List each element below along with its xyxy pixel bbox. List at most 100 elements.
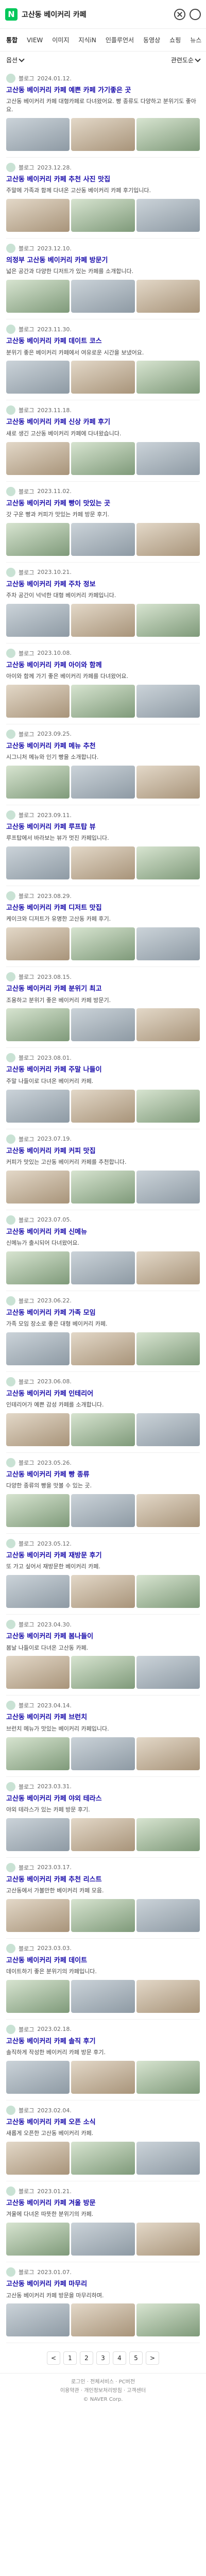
post-title[interactable]: 고산동 베이커리 카페 가족 모임	[6, 1309, 200, 1318]
post-author[interactable]: 블로그	[19, 2025, 34, 2033]
thumbnail-image[interactable]	[6, 1979, 70, 2013]
thumbnail-image[interactable]	[136, 927, 200, 961]
thumbnail-image[interactable]	[71, 118, 135, 151]
naver-logo[interactable]: N	[5, 8, 18, 21]
tab-2[interactable]: 이미지	[52, 36, 69, 44]
post-title[interactable]: 고산동 베이커리 카페 루프탑 뷰	[6, 823, 200, 832]
result-item[interactable]: 블로그 2023.03.03. 고산동 베이커리 카페 데이트 데이트하기 좋은 분위…	[6, 1939, 200, 2020]
search-icon[interactable]	[190, 8, 201, 20]
post-author[interactable]: 블로그	[19, 325, 34, 333]
result-item[interactable]: 블로그 2023.04.14. 고산동 베이커리 카페 브런치 브런치 메뉴가 맛있는…	[6, 1696, 200, 1777]
result-item[interactable]: 블로그 2023.11.02. 고산동 베이커리 카페 빵이 맛있는 곳갓 구운 빵…	[6, 482, 200, 563]
thumbnail-image[interactable]	[6, 2142, 70, 2175]
thumbnail-image[interactable]	[71, 1818, 135, 1851]
result-item[interactable]: 블로그 2024.01.12. 고산동 베이커리 카페 예쁜 카페 가기좋은 곳 고산…	[6, 69, 200, 158]
post-author[interactable]: 블로그	[19, 730, 34, 738]
thumbnail-image[interactable]	[71, 927, 135, 961]
thumbnail-image[interactable]	[136, 1332, 200, 1365]
post-title[interactable]: 고산동 베이커리 카페 예쁜 카페 가기좋은 곳	[6, 86, 200, 95]
thumbnail-image[interactable]	[6, 1008, 70, 1042]
thumbnail-image[interactable]	[6, 442, 70, 475]
post-author[interactable]: 블로그	[19, 1783, 34, 1791]
result-item[interactable]: 블로그 2023.06.22. 고산동 베이커리 카페 가족 모임 가족 모임 장소로…	[6, 1291, 200, 1372]
thumbnail-image[interactable]	[71, 1494, 135, 1528]
post-snippet[interactable]: 데이트하기 좋은 분위기의 카페입니다.	[6, 1968, 200, 1976]
result-item[interactable]: 블로그 2023.08.01. 고산동 베이커리 카페 주말 나들이 주말 나들이로 …	[6, 1048, 200, 1129]
post-snippet[interactable]: 신메뉴가 출시되어 다녀왔어요.	[6, 1239, 200, 1247]
post-author[interactable]: 블로그	[19, 163, 34, 172]
avatar[interactable]	[6, 1134, 15, 1144]
avatar[interactable]	[6, 74, 15, 83]
thumbnail-image[interactable]	[136, 1413, 200, 1447]
thumbnail-image[interactable]	[6, 603, 70, 637]
post-snippet[interactable]: 다양한 종류의 빵을 맛볼 수 있는 곳.	[6, 1482, 200, 1490]
tab-1[interactable]: VIEW	[27, 37, 43, 44]
thumbnail-image[interactable]	[136, 1737, 200, 1770]
thumbnail-image[interactable]	[6, 1494, 70, 1528]
footer-links-2[interactable]: 이용약관 · 개인정보처리방침 · 고객센터	[6, 2386, 200, 2395]
post-snippet[interactable]: 고산동 베이커리 카페 대형카페로 다녀왔어요. 빵 종류도 다양하고 분위기도…	[6, 97, 200, 114]
avatar[interactable]	[6, 1620, 15, 1630]
tab-4[interactable]: 인플루언서	[106, 36, 134, 44]
avatar[interactable]	[6, 1296, 15, 1306]
result-item[interactable]: 블로그 2023.01.21. 고산동 베이커리 카페 겨울 방문 겨울에 다녀온 따…	[6, 2181, 200, 2263]
avatar[interactable]	[6, 325, 15, 334]
thumbnail-image[interactable]	[6, 522, 70, 556]
post-title[interactable]: 고산동 베이커리 카페 추천 사진 맛집	[6, 175, 200, 184]
post-author[interactable]: 블로그	[19, 1135, 34, 1143]
post-snippet[interactable]: 고산동 베이커리 카페 방문을 마무리하며.	[6, 2292, 200, 2300]
post-snippet[interactable]: 야외 테라스가 있는 카페 방문 후기.	[6, 1806, 200, 1814]
post-title[interactable]: 고산동 베이커리 카페 분위기 최고	[6, 985, 200, 994]
post-title[interactable]: 고산동 베이커리 카페 인테리어	[6, 1389, 200, 1399]
thumbnail-image[interactable]	[6, 118, 70, 151]
post-title[interactable]: 고산동 베이커리 카페 메뉴 추천	[6, 742, 200, 751]
post-title[interactable]: 고산동 베이커리 카페 추천 리스트	[6, 1875, 200, 1885]
result-item[interactable]: 블로그 2023.08.15. 고산동 베이커리 카페 분위기 최고 조용하고 분위기…	[6, 967, 200, 1048]
thumbnail-image[interactable]	[71, 1575, 135, 1608]
thumbnail-image[interactable]	[71, 1170, 135, 1204]
result-item[interactable]: 블로그 2023.10.21. 고산동 베이커리 카페 주차 정보 주차 공간이 넉넉…	[6, 563, 200, 643]
post-snippet[interactable]: 넓은 공간과 다양한 디저트가 있는 카페를 소개합니다.	[6, 267, 200, 276]
result-item[interactable]: 블로그 2023.07.05. 고산동 베이커리 카페 신메뉴 신메뉴가 출시되어 다…	[6, 1210, 200, 1291]
thumbnail-image[interactable]	[6, 1737, 70, 1770]
result-item[interactable]: 블로그 2023.12.10. 의정부 고산동 베이커리 카페 방문기 넓은 공간과 …	[6, 239, 200, 320]
post-snippet[interactable]: 브런치 메뉴가 맛있는 베이커리 카페입니다.	[6, 1725, 200, 1733]
thumbnail-image[interactable]	[6, 1089, 70, 1123]
thumbnail-image[interactable]	[136, 1899, 200, 1932]
post-author[interactable]: 블로그	[19, 74, 34, 82]
post-snippet[interactable]: 새로 생긴 고산동 베이커리 카페에 다녀왔습니다.	[6, 430, 200, 438]
tab-3[interactable]: 지식iN	[78, 36, 96, 44]
result-item[interactable]: 블로그 2023.02.18. 고산동 베이커리 카페 솔직 후기 솔직하게 작성한 …	[6, 2020, 200, 2101]
avatar[interactable]	[6, 2267, 15, 2277]
thumbnail-image[interactable]	[136, 1089, 200, 1123]
footer-links-1[interactable]: 로그인 · 전체서비스 · PC버전	[6, 2378, 200, 2386]
avatar[interactable]	[6, 1701, 15, 1710]
post-title[interactable]: 고산동 베이커리 카페 재방문 후기	[6, 1551, 200, 1561]
page-button[interactable]: 5	[129, 2351, 143, 2365]
post-snippet[interactable]: 주말 나들이로 다녀온 베이커리 카페.	[6, 1077, 200, 1086]
thumbnail-image[interactable]	[71, 280, 135, 313]
thumbnail-image[interactable]	[71, 1899, 135, 1932]
thumbnail-image[interactable]	[71, 1089, 135, 1123]
result-item[interactable]: 블로그 2023.11.18. 고산동 베이커리 카페 신상 카페 후기 새로 생긴 …	[6, 400, 200, 482]
thumbnail-image[interactable]	[6, 846, 70, 880]
post-snippet[interactable]: 또 가고 싶어서 재방문한 베이커리 카페.	[6, 1563, 200, 1571]
thumbnail-image[interactable]	[136, 603, 200, 637]
thumbnail-image[interactable]	[136, 361, 200, 394]
thumbnail-image[interactable]	[6, 2223, 70, 2256]
thumbnail-image[interactable]	[6, 1818, 70, 1851]
post-title[interactable]: 고산동 베이커리 카페 주말 나들이	[6, 1065, 200, 1075]
thumbnail-image[interactable]	[136, 1575, 200, 1608]
thumbnail-image[interactable]	[71, 603, 135, 637]
avatar[interactable]	[6, 1539, 15, 1549]
thumbnail-image[interactable]	[136, 2142, 200, 2175]
thumbnail-image[interactable]	[136, 684, 200, 718]
post-author[interactable]: 블로그	[19, 1863, 34, 1872]
result-item[interactable]: 블로그 2023.03.31. 고산동 베이커리 카페 야외 테라스 야외 테라스가 …	[6, 1777, 200, 1858]
thumbnail-image[interactable]	[71, 442, 135, 475]
prev-page-button[interactable]: <	[47, 2351, 60, 2365]
post-snippet[interactable]: 솔직하게 작성한 베이커리 카페 방문 후기.	[6, 2048, 200, 2057]
result-item[interactable]: 블로그 2023.10.08. 고산동 베이커리 카페 아이와 함께 아이와 함께 가…	[6, 643, 200, 724]
post-author[interactable]: 블로그	[19, 2268, 34, 2276]
post-title[interactable]: 고산동 베이커리 카페 빵 종류	[6, 1470, 200, 1480]
